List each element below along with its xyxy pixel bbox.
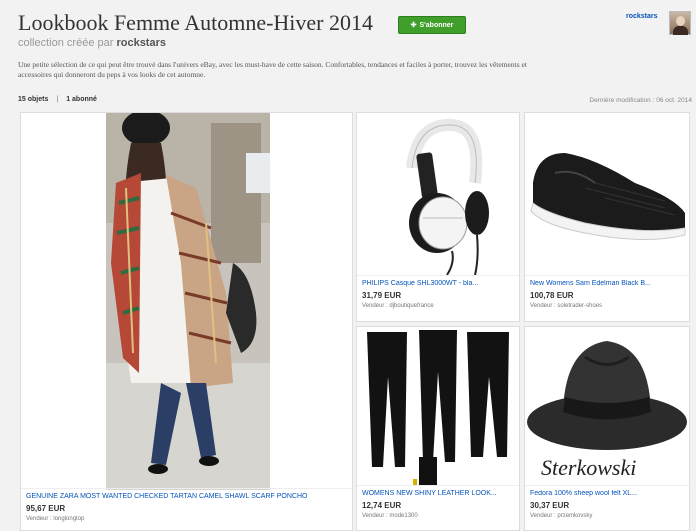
owner-link[interactable]: rockstars xyxy=(116,37,166,49)
stats-separator: | xyxy=(56,96,59,103)
item-price: 95,67 EUR xyxy=(26,504,66,513)
item-price: 12,74 EUR xyxy=(362,501,402,510)
collection-description: Une petite sélection de ce qui peut être… xyxy=(18,60,527,79)
item-price: 31,79 EUR xyxy=(362,291,402,300)
headphones-photo xyxy=(406,118,489,276)
item-price: 30,37 EUR xyxy=(530,501,570,510)
item-title-link[interactable]: PHILIPS Casque SHL3000WT - bla... xyxy=(362,280,514,287)
item-seller: Vendeur : przemkovsky xyxy=(530,513,593,519)
item-image[interactable] xyxy=(21,113,352,490)
item-caption: New Womens Sam Edelman Black B... 100,78… xyxy=(525,275,689,321)
item-caption: WOMENS NEW SHINY LEATHER LOOK... 12,74 E… xyxy=(357,485,519,530)
item-price: 100,78 EUR xyxy=(530,291,574,300)
item-card[interactable]: GENUINE ZARA MOST WANTED CHECKED TARTAN … xyxy=(20,112,353,531)
item-seller: Vendeur : djboutiquefrance xyxy=(362,303,434,309)
items-count[interactable]: 15 objets xyxy=(18,96,48,103)
item-caption: PHILIPS Casque SHL3000WT - bla... 31,79 … xyxy=(357,275,519,321)
item-card[interactable]: Sterkowski Fedora 100% sheep wool felt X… xyxy=(524,326,690,531)
item-seller: Vendeur : mode1300 xyxy=(362,513,418,519)
subtitle-prefix: collection créée par xyxy=(18,37,114,49)
shoe-photo xyxy=(530,153,686,241)
item-title-link[interactable]: Fedora 100% sheep wool felt XL... xyxy=(530,490,684,497)
item-card[interactable]: New Womens Sam Edelman Black B... 100,78… xyxy=(524,112,690,322)
watermark-signature: Sterkowski xyxy=(541,455,637,480)
avatar[interactable] xyxy=(669,11,691,35)
item-image[interactable] xyxy=(357,113,519,277)
item-seller: Vendeur : soletrader-shoes xyxy=(530,303,603,309)
item-image[interactable] xyxy=(357,327,519,487)
item-title-link[interactable]: New Womens Sam Edelman Black B... xyxy=(530,280,684,287)
item-caption: GENUINE ZARA MOST WANTED CHECKED TARTAN … xyxy=(21,488,352,530)
item-seller: Vendeur : longlongtop xyxy=(26,516,85,522)
scarf-photo xyxy=(106,113,270,490)
item-title-link[interactable]: GENUINE ZARA MOST WANTED CHECKED TARTAN … xyxy=(26,493,347,500)
user-name-link[interactable]: rockstars xyxy=(626,13,658,20)
leggings-photo xyxy=(367,330,509,485)
subscribe-button[interactable]: ✚ S'abonner xyxy=(398,16,466,34)
collection-stats: 15 objets | 1 abonné xyxy=(18,96,97,103)
page-title: Lookbook Femme Automne-Hiver 2014 xyxy=(18,10,374,35)
item-image[interactable]: Sterkowski xyxy=(525,327,689,487)
plus-icon: ✚ xyxy=(410,22,417,29)
followers-count[interactable]: 1 abonné xyxy=(66,96,97,103)
item-image[interactable] xyxy=(525,113,689,277)
item-card[interactable]: WOMENS NEW SHINY LEATHER LOOK... 12,74 E… xyxy=(356,326,520,531)
last-modified: Dernière modification : 06 oct. 2014 xyxy=(589,97,692,104)
collection-subtitle: collection créée par rockstars xyxy=(18,37,166,49)
item-caption: Fedora 100% sheep wool felt XL... 30,37 … xyxy=(525,485,689,530)
item-title-link[interactable]: WOMENS NEW SHINY LEATHER LOOK... xyxy=(362,490,514,497)
subscribe-label: S'abonner xyxy=(419,21,454,29)
item-card[interactable]: PHILIPS Casque SHL3000WT - bla... 31,79 … xyxy=(356,112,520,322)
